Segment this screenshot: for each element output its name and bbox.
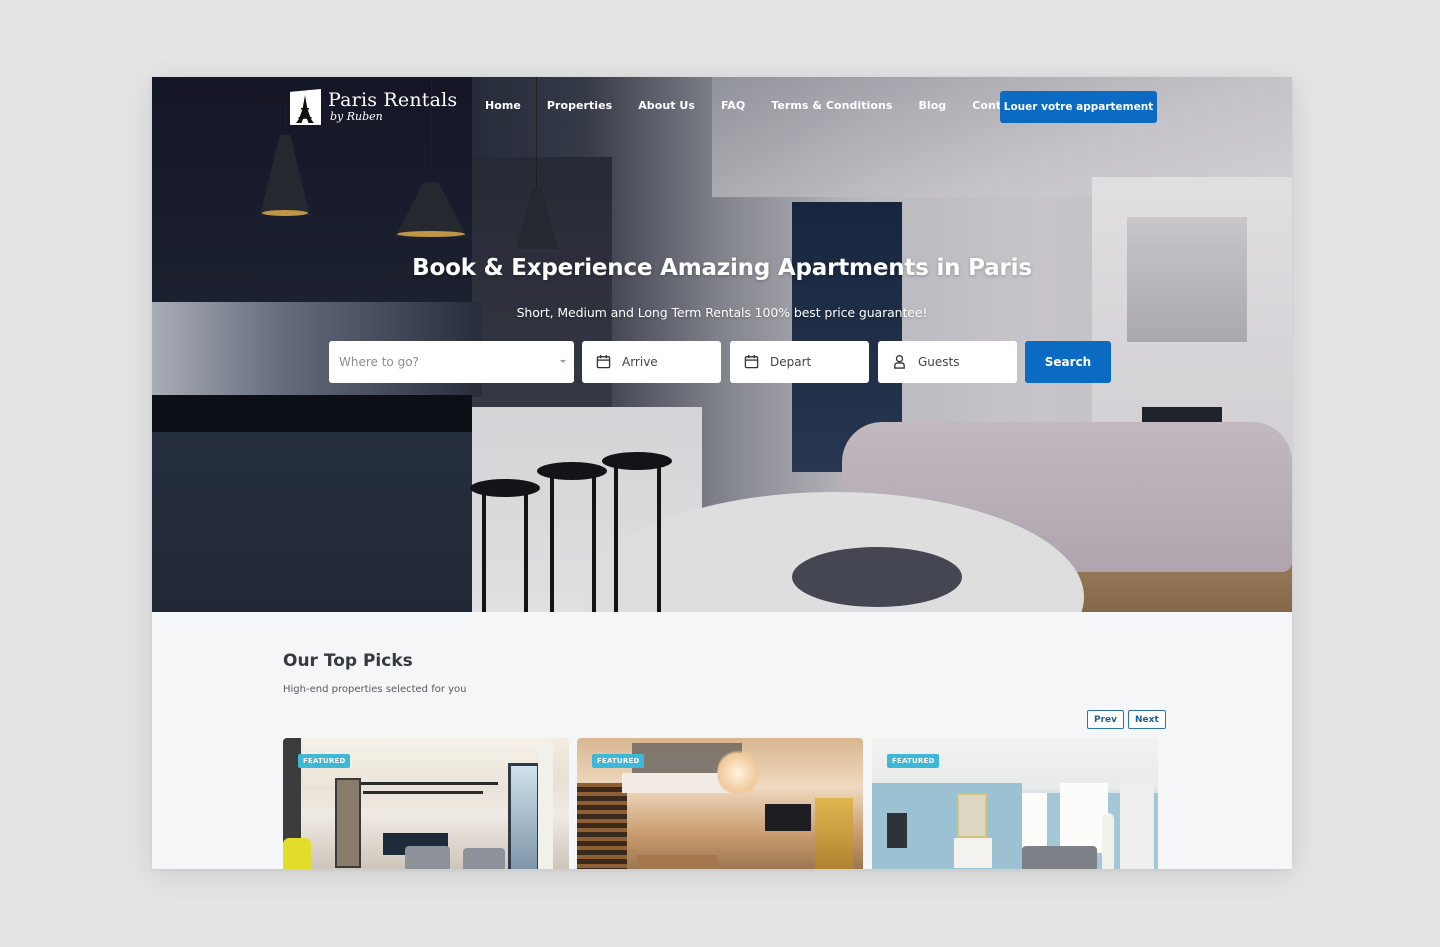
card-image-dining-table	[637, 855, 717, 865]
search-button[interactable]: Search	[1025, 341, 1111, 383]
nav-terms-conditions[interactable]: Terms & Conditions	[771, 99, 892, 112]
card-image-pendant-light	[717, 748, 759, 798]
card-image-beam	[363, 791, 483, 794]
calendar-icon	[596, 354, 612, 370]
property-card[interactable]: FEATURED	[283, 738, 569, 869]
card-image-vase	[1102, 813, 1114, 869]
logo-title: Paris Rentals	[328, 89, 458, 111]
card-image-armchair	[405, 846, 450, 869]
chevron-down-icon	[560, 360, 566, 363]
main-nav: Home Properties About Us FAQ Terms & Con…	[485, 99, 1065, 112]
top-picks-title: Our Top Picks	[283, 651, 413, 671]
nav-home[interactable]: Home	[485, 99, 521, 112]
card-image-fireplace	[954, 838, 992, 868]
rent-your-apartment-button[interactable]: Louer votre appartement	[1000, 91, 1157, 123]
site-header: Paris Rentals by Ruben Home Properties A…	[152, 77, 1292, 137]
eiffel-tower-logo-icon	[290, 89, 321, 125]
featured-badge: FEATURED	[887, 754, 940, 768]
top-picks-subtitle: High-end properties selected for you	[283, 684, 467, 695]
guests-field[interactable]: Guests	[878, 341, 1017, 383]
featured-badge: FEATURED	[298, 754, 351, 768]
card-image-window	[508, 763, 540, 869]
hero-title: Book & Experience Amazing Apartments in …	[412, 255, 1032, 281]
card-image-window	[1022, 793, 1047, 848]
nav-faq[interactable]: FAQ	[721, 99, 745, 112]
nav-blog[interactable]: Blog	[918, 99, 946, 112]
card-image-tv	[765, 804, 811, 831]
featured-badge: FEATURED	[592, 754, 645, 768]
card-image-doorway	[815, 798, 853, 869]
hero-section: Paris Rentals by Ruben Home Properties A…	[152, 77, 1292, 612]
card-image-mirror	[957, 793, 987, 838]
card-image-armchair	[463, 848, 505, 869]
card-image-window	[1060, 783, 1108, 853]
logo-subtitle: by Ruben	[330, 110, 383, 123]
destination-select[interactable]: Where to go?	[329, 341, 574, 383]
prev-button[interactable]: Prev	[1087, 710, 1125, 729]
nav-properties[interactable]: Properties	[547, 99, 612, 112]
depart-date-field[interactable]: Depart	[730, 341, 869, 383]
card-image-yellow-chair	[283, 838, 311, 869]
card-image-beam	[353, 782, 498, 785]
browser-page: Paris Rentals by Ruben Home Properties A…	[152, 77, 1292, 869]
next-button[interactable]: Next	[1128, 710, 1166, 729]
card-image-tv	[887, 813, 907, 848]
card-image-staircase	[577, 783, 627, 869]
arrive-label: Arrive	[622, 355, 658, 369]
carousel-pager: Prev Next	[1087, 710, 1166, 729]
calendar-icon	[744, 354, 760, 370]
search-form: Where to go? Arrive Depart Guests Search	[152, 341, 1292, 383]
nav-about-us[interactable]: About Us	[638, 99, 695, 112]
site-logo[interactable]: Paris Rentals by Ruben	[290, 89, 457, 125]
card-image-sofa	[1022, 846, 1097, 869]
depart-label: Depart	[770, 355, 812, 369]
logo-text: Paris Rentals by Ruben	[328, 89, 457, 123]
property-card[interactable]: FEATURED	[872, 738, 1158, 869]
guests-label: Guests	[918, 355, 960, 369]
property-card[interactable]: FEATURED	[577, 738, 863, 869]
card-image-curtain	[538, 743, 553, 869]
hero-subtitle: Short, Medium and Long Term Rentals 100%…	[516, 305, 928, 320]
card-image-door	[335, 778, 361, 868]
card-image-radiator	[1120, 783, 1154, 869]
user-icon	[892, 354, 908, 370]
destination-placeholder: Where to go?	[339, 355, 419, 369]
arrive-date-field[interactable]: Arrive	[582, 341, 721, 383]
